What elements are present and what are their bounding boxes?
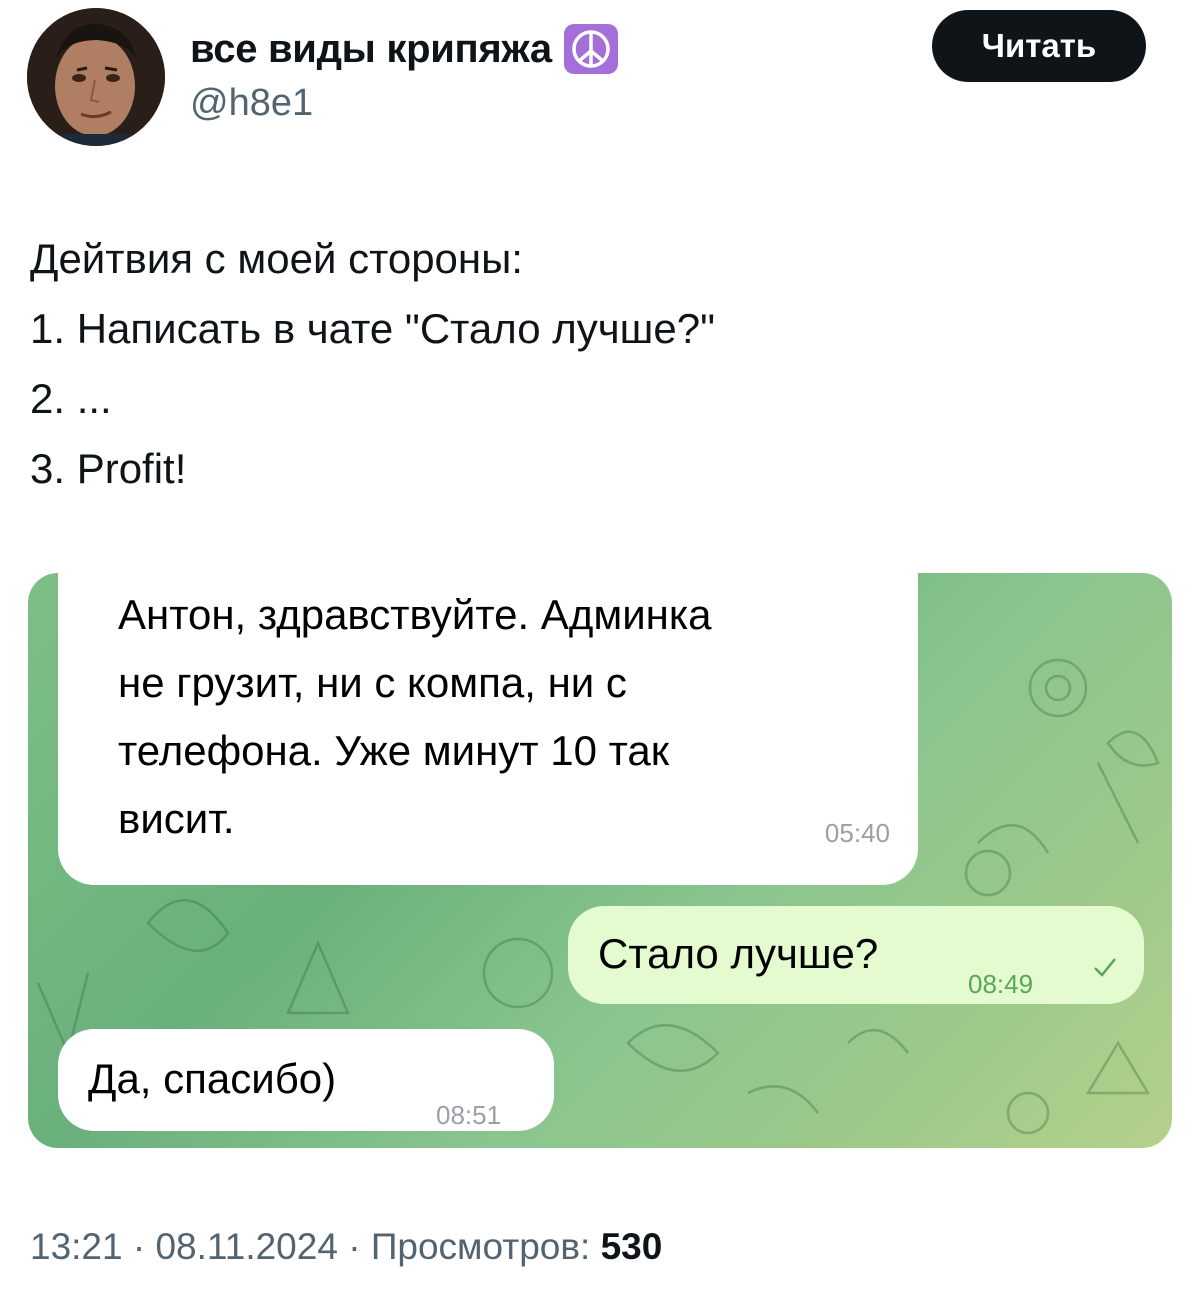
tweet-line: 3. Profit! — [30, 445, 187, 492]
incoming-message-bubble[interactable]: Антон, здравствуйте. Админка не грузит, … — [58, 573, 918, 885]
views-count: 530 — [600, 1226, 663, 1267]
display-name-text: все виды крипяжа — [190, 27, 552, 71]
message-text: Да, спасибо) — [88, 1055, 337, 1102]
follow-button[interactable]: Читать — [932, 10, 1146, 82]
message-time: 05:40 — [824, 818, 890, 848]
tweet-line: Дейтвия с моей стороны: — [30, 235, 523, 282]
tweet-text: Дейтвия с моей стороны: 1. Написать в ча… — [30, 224, 715, 504]
meta-separator: · — [348, 1226, 371, 1267]
tweet-line: 2. ... — [30, 375, 112, 422]
author-display-name[interactable]: все виды крипяжа — [190, 24, 618, 74]
single-check-icon — [1094, 958, 1116, 977]
tweet-meta: 13:21 · 08.11.2024 · Просмотров: 530 — [30, 1224, 662, 1270]
message-line: не грузит, ни с компа, ни с — [118, 659, 627, 706]
views-label: Просмотров: — [370, 1226, 591, 1267]
outgoing-message-bubble[interactable]: Стало лучше? 08:49 — [568, 906, 1144, 1004]
tweet-line: 1. Написать в чате "Стало лучше?" — [30, 305, 715, 352]
tweet-time[interactable]: 13:21 — [30, 1226, 123, 1267]
chat-screenshot-image[interactable]: Антон, здравствуйте. Админка не грузит, … — [28, 573, 1172, 1148]
meta-separator: · — [132, 1226, 156, 1267]
message-line: висит. — [118, 795, 235, 842]
incoming-message-bubble[interactable]: Да, спасибо) 08:51 — [58, 1029, 554, 1131]
message-line: Антон, здравствуйте. Админка — [118, 591, 712, 638]
author-handle[interactable]: @h8e1 — [190, 80, 313, 126]
message-time: 08:49 — [968, 969, 1034, 999]
message-text: Стало лучше? — [598, 930, 879, 977]
peace-symbol-icon — [563, 24, 618, 74]
message-line: телефона. Уже минут 10 так — [118, 727, 670, 774]
message-text: Антон, здравствуйте. Админка не грузит, … — [118, 581, 918, 853]
message-time: 08:51 — [436, 1100, 502, 1130]
author-avatar[interactable] — [27, 8, 165, 146]
tweet-date[interactable]: 08.11.2024 — [155, 1226, 337, 1267]
avatar-face-image — [27, 8, 165, 146]
